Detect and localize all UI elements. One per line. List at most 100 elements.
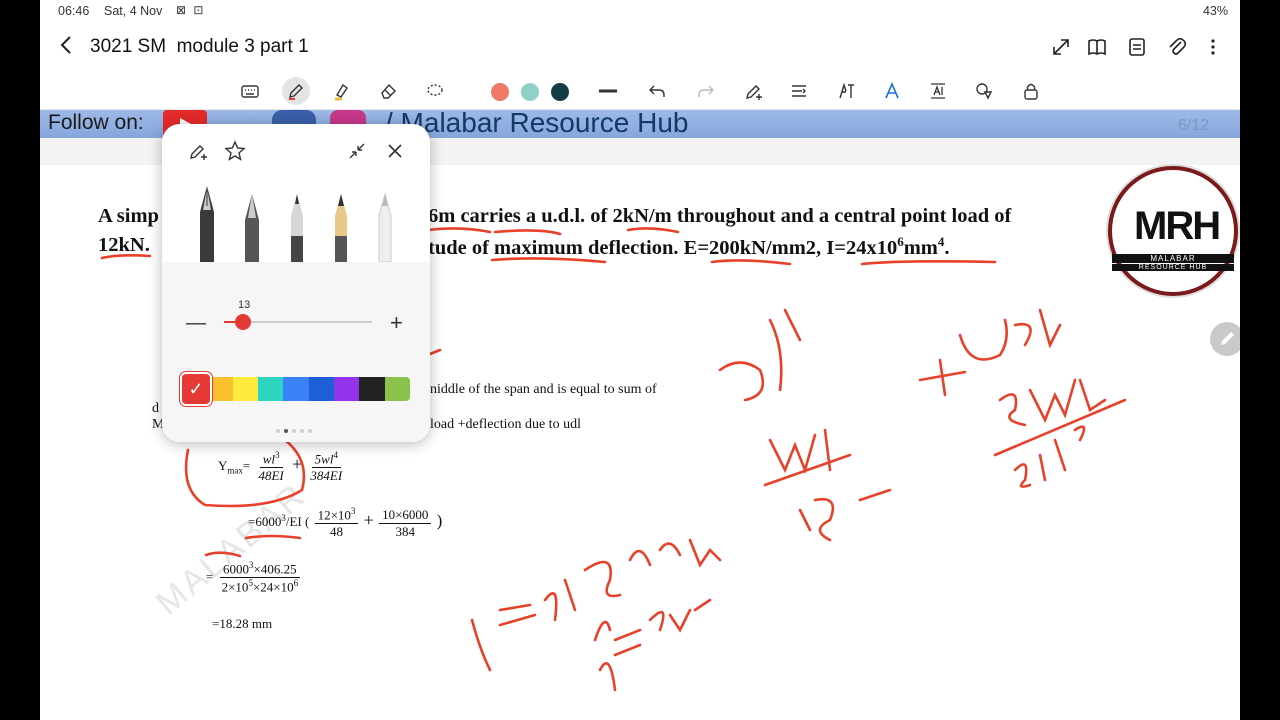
redo-button[interactable] <box>694 79 718 103</box>
color-swatch-4[interactable] <box>257 377 284 401</box>
edit-floating-button[interactable] <box>1210 322 1240 356</box>
lasso-icon <box>427 84 443 96</box>
pen-size-value: 13 <box>238 299 251 311</box>
increase-size-button[interactable]: + <box>390 310 403 336</box>
shapes-tool[interactable] <box>972 79 996 103</box>
page-dot <box>300 429 304 433</box>
eraser-tool[interactable] <box>376 79 400 103</box>
logo-subtitle-2: RESOURCE HUB <box>1112 264 1234 271</box>
evaluation-step: = 60003×406.25 2×105×24×106 <box>206 560 300 595</box>
color-swatch-6[interactable] <box>308 377 334 401</box>
keyboard-tool[interactable] <box>238 79 262 103</box>
expand-icon <box>1053 39 1069 55</box>
status-time: 06:46 <box>58 4 90 18</box>
stroke-width-tool[interactable] <box>596 79 620 103</box>
marker-option[interactable] <box>372 186 398 263</box>
result: =18.28 mm <box>212 616 273 631</box>
ballpoint-pen-option[interactable] <box>284 186 310 262</box>
attach-button[interactable] <box>1166 36 1188 58</box>
color-coral[interactable] <box>491 83 509 101</box>
collapse-icon <box>349 143 365 159</box>
collapse-panel-button[interactable] <box>346 140 368 162</box>
close-panel-button[interactable] <box>384 140 406 162</box>
handwriting-text-icon <box>839 82 854 99</box>
document-title: 3021 SM module 3 part 1 <box>90 36 309 57</box>
lock-icon <box>1024 83 1038 100</box>
text-style-icon <box>885 81 899 99</box>
highlighter-tool[interactable] <box>330 79 354 103</box>
handwriting-to-text-tool[interactable] <box>834 79 858 103</box>
back-button[interactable] <box>56 34 82 60</box>
text-align-tool[interactable] <box>787 79 811 103</box>
redo-icon <box>698 85 714 97</box>
more-vertical-icon <box>1211 39 1215 55</box>
pen-icon <box>289 84 303 100</box>
pen-add-button[interactable] <box>188 140 210 162</box>
lock-tool[interactable] <box>1019 79 1043 103</box>
text-box-icon <box>931 83 945 99</box>
color-swatch-3[interactable] <box>232 377 258 401</box>
page-number: 6/12 <box>1178 117 1210 134</box>
malabar-logo: MRH MALABAR RESOURCE HUB <box>1108 166 1238 296</box>
pen-settings-button[interactable] <box>742 79 766 103</box>
text-align-icon <box>792 85 806 97</box>
tablet-screen: 06:46 Sat, 4 Nov ⊠ ⊡ 43% 3021 SM module … <box>40 0 1240 720</box>
close-icon <box>388 144 402 158</box>
solution-text-1: niddle of the span and is equal to sum o… <box>430 382 657 397</box>
text-style-tool[interactable] <box>880 79 904 103</box>
battery-level: 43% <box>1202 4 1228 18</box>
ballpoint-pen-icon <box>291 194 303 262</box>
color-swatch-5[interactable] <box>283 377 309 401</box>
size-slider-thumb[interactable] <box>235 314 251 330</box>
marker-icon <box>378 192 392 263</box>
ymax-formula: Ymax= wl3 48EI + 5wl4 384EI <box>218 450 343 484</box>
book-icon <box>1088 39 1106 56</box>
calligraphy-pen-option[interactable] <box>239 186 265 262</box>
color-swatch-9[interactable] <box>384 377 410 401</box>
color-swatch-2[interactable] <box>207 377 233 401</box>
follow-label: Follow on: <box>48 111 144 134</box>
more-options-button[interactable] <box>1202 36 1224 58</box>
question-line-1-end: 6m carries a u.d.l. of 2kN/m throughout … <box>428 205 1012 227</box>
selected-color-swatch[interactable]: ✓ <box>182 374 210 404</box>
line-width-icon <box>599 89 617 93</box>
paperclip-icon <box>1169 37 1187 55</box>
expand-button[interactable] <box>1050 36 1072 58</box>
favorite-pen-button[interactable] <box>224 140 246 162</box>
color-swatch-8[interactable] <box>359 377 385 401</box>
page-dot-active <box>284 429 288 433</box>
pencil-option[interactable] <box>328 186 354 262</box>
calligraphy-pen-icon <box>245 194 259 262</box>
channel-name: / Malabar Resource Hub <box>385 107 689 138</box>
status-bar: 06:46 Sat, 4 Nov ⊠ ⊡ 43% <box>40 0 1240 22</box>
question-line-2-end: tude of maximum deflection. E=200kN/mm2,… <box>428 234 950 259</box>
note-page[interactable]: Follow on: / Malabar Resource Hub 6/12 M… <box>40 107 1240 720</box>
page-dot <box>292 429 296 433</box>
lasso-tool[interactable] <box>423 79 447 103</box>
pen-panel-bottom <box>162 262 430 442</box>
page-list-button[interactable] <box>1126 36 1148 58</box>
drawing-toolbar <box>40 72 1240 110</box>
question-line-2-start: 12kN. <box>98 234 150 256</box>
fountain-pen-option[interactable] <box>194 186 220 262</box>
pen-tool[interactable] <box>282 77 310 105</box>
pen-settings-panel: 13 — + ✓ <box>162 124 430 442</box>
reading-mode-button[interactable] <box>1086 36 1108 58</box>
solution-text-3: d <box>152 401 159 416</box>
color-swatch-7[interactable] <box>333 377 360 401</box>
eraser-icon <box>381 83 396 99</box>
logo-subtitle-1: MALABAR <box>1112 254 1234 263</box>
undo-button[interactable] <box>645 79 669 103</box>
fountain-pen-icon <box>200 186 214 262</box>
color-dark-teal[interactable] <box>551 83 569 101</box>
decrease-size-button[interactable]: — <box>186 312 206 335</box>
color-teal[interactable] <box>521 83 539 101</box>
star-icon <box>224 140 246 161</box>
page-dot <box>308 429 312 433</box>
page-dot <box>276 429 280 433</box>
notification-icons: ⊠ ⊡ <box>176 3 206 17</box>
pencil-tool-icon <box>335 194 347 262</box>
question-line-1-start: A simp <box>98 205 159 227</box>
text-box-tool[interactable] <box>926 79 950 103</box>
logo-letters: MRH <box>1134 204 1221 248</box>
